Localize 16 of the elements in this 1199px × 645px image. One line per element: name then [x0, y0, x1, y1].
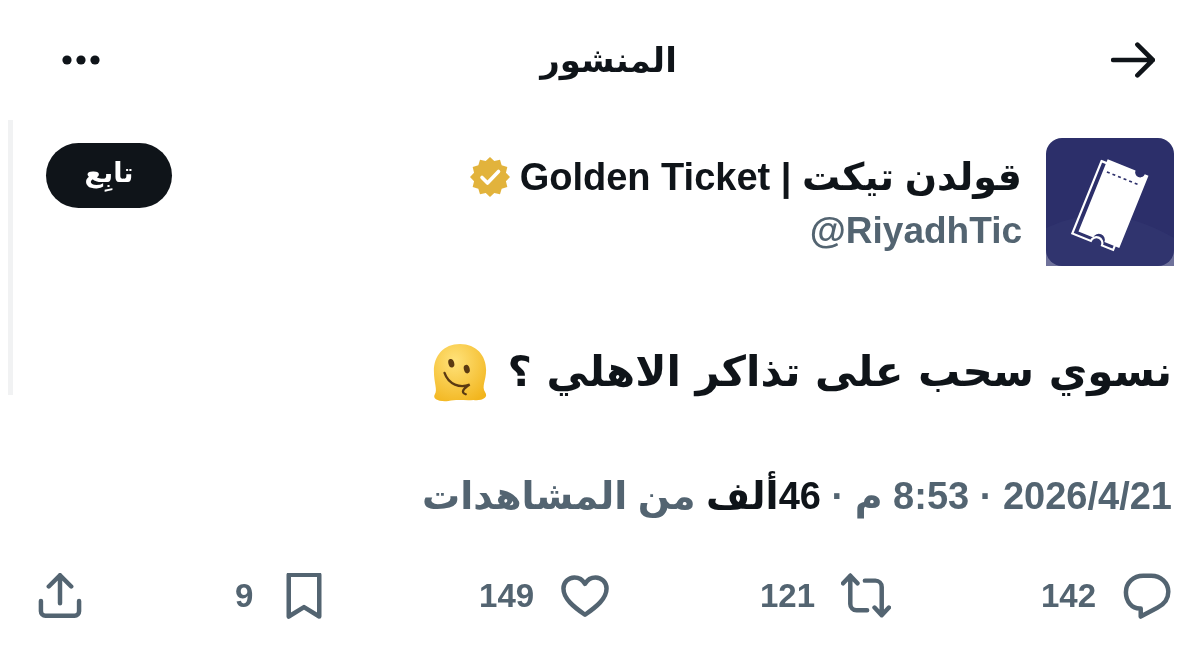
page-title: المنشور: [540, 39, 677, 82]
reply-button[interactable]: 142: [1040, 573, 1172, 619]
like-button[interactable]: 149: [479, 573, 611, 619]
author-handle[interactable]: @RiyadhTic: [809, 210, 1022, 252]
follow-button[interactable]: تابِع: [46, 143, 172, 208]
post-meta: 2026/4/21 · 8:53 م · 46ألف من المشاهدات: [422, 473, 1172, 519]
more-icon[interactable]: [62, 55, 100, 65]
heart-icon: [560, 573, 611, 619]
ticket-logo-icon[interactable]: [1046, 138, 1174, 266]
author-name[interactable]: قولدن تيكت | Golden Ticket: [519, 154, 1022, 200]
speech-bubble-icon: [1122, 573, 1172, 619]
back-arrow-icon[interactable]: [1111, 42, 1155, 78]
bookmark-button[interactable]: 9: [234, 573, 330, 619]
repost-arrows-icon: [841, 573, 892, 619]
post-text: نسوي سحب على تذاكر الاهلي ؟: [507, 346, 1172, 399]
repost-button[interactable]: 121: [760, 573, 892, 619]
